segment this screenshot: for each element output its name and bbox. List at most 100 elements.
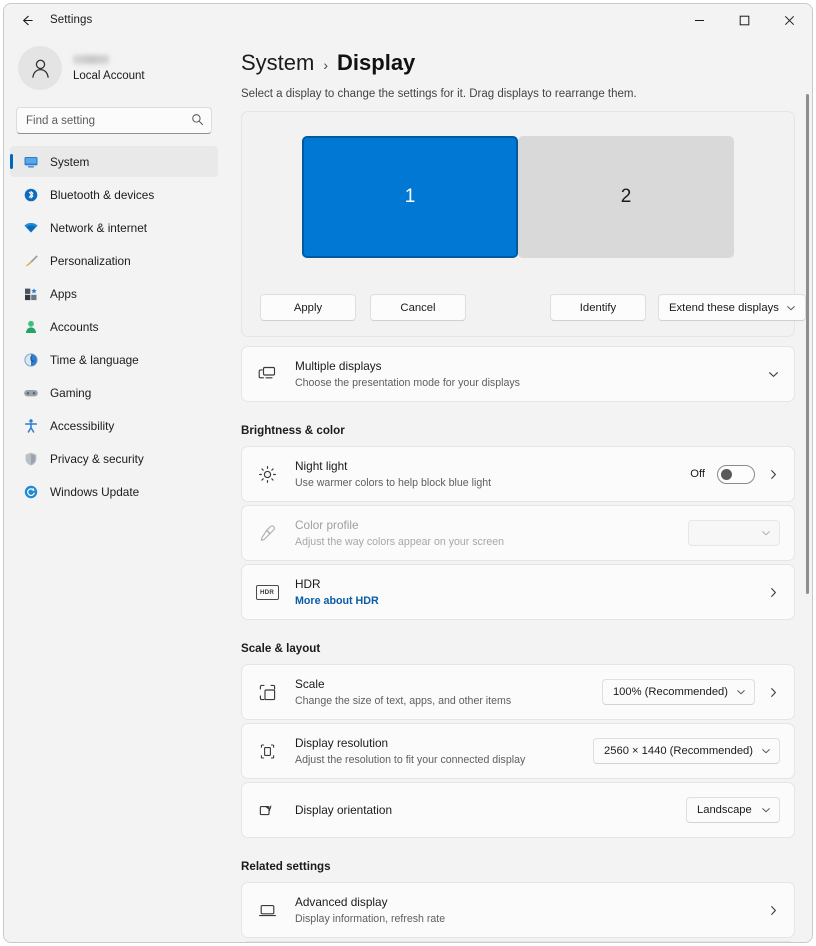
maximize-button[interactable]: [722, 4, 767, 36]
row-content: Night light Use warmer colors to help bl…: [242, 447, 794, 501]
sidebar-item-time-language[interactable]: Time & language: [10, 344, 218, 375]
row-right: Landscape: [686, 797, 780, 823]
vertical-scrollbar[interactable]: [806, 94, 809, 594]
bluetooth-icon: [22, 186, 39, 203]
display-preview-2[interactable]: 2: [518, 136, 734, 258]
row-text: Multiple displays Choose the presentatio…: [295, 359, 767, 390]
hdr-learn-more-link[interactable]: More about HDR: [295, 594, 767, 608]
sidebar-item-windows-update[interactable]: Windows Update: [10, 476, 218, 507]
account-text: Local Account: [73, 54, 145, 82]
chevron-right-icon[interactable]: [767, 468, 780, 481]
close-button[interactable]: [767, 4, 812, 36]
row-content: Multiple displays Choose the presentatio…: [242, 347, 794, 401]
cancel-button[interactable]: Cancel: [370, 294, 466, 321]
chevron-down-icon[interactable]: [767, 368, 780, 381]
back-button[interactable]: [12, 6, 42, 34]
display-preview-1[interactable]: 1: [302, 136, 518, 258]
sidebar-item-gaming[interactable]: Gaming: [10, 377, 218, 408]
sidebar-item-system[interactable]: System: [10, 146, 218, 177]
account-block[interactable]: Local Account: [18, 46, 224, 90]
sidebar-item-network-internet[interactable]: Network & internet: [10, 212, 218, 243]
page-description: Select a display to change the settings …: [241, 88, 637, 100]
search-input[interactable]: [16, 107, 212, 134]
orientation-value: Landscape: [697, 804, 752, 816]
back-arrow-icon: [22, 15, 33, 25]
row-content: Display orientation Landscape: [242, 783, 794, 837]
display-arrangement-panel: 1 2 Apply Cancel Identify Extend these d…: [241, 111, 806, 337]
apply-button[interactable]: Apply: [260, 294, 356, 321]
row-text: Display orientation: [295, 803, 686, 818]
sidebar-item-accessibility[interactable]: Accessibility: [10, 410, 218, 441]
graphics-row[interactable]: Graphics: [241, 941, 795, 942]
display-orientation-row[interactable]: Display orientation Landscape: [241, 782, 795, 838]
row-content: HDR HDR More about HDR: [242, 565, 794, 619]
display-mode-value: Extend these displays: [669, 301, 779, 314]
page-title: Display: [337, 50, 416, 75]
advanced-display-row[interactable]: Advanced display Display information, re…: [241, 882, 795, 938]
search-icon: [191, 113, 204, 131]
title-bar: Settings: [4, 4, 812, 36]
sidebar-item-accounts[interactable]: Accounts: [10, 311, 218, 342]
close-icon: [784, 15, 795, 25]
scale-row[interactable]: Scale Change the size of text, apps, and…: [241, 664, 795, 720]
row-text: Display resolution Adjust the resolution…: [295, 736, 593, 767]
sidebar-item-label: Time & language: [50, 352, 139, 367]
sidebar: Local Account S: [4, 36, 224, 942]
monitor-icon: [22, 153, 39, 170]
orientation-dropdown[interactable]: Landscape: [686, 797, 780, 823]
row-content: Scale Change the size of text, apps, and…: [242, 665, 794, 719]
section-heading-brightness: Brightness & color: [241, 424, 345, 437]
chevron-down-icon: [737, 690, 745, 695]
section-heading-scale: Scale & layout: [241, 642, 321, 655]
hdr-row[interactable]: HDR HDR More about HDR: [241, 564, 795, 620]
gamepad-icon: [22, 384, 39, 401]
eyedropper-icon: [255, 521, 279, 545]
row-content: Color profile Adjust the way colors appe…: [242, 506, 794, 560]
sidebar-item-label: System: [50, 154, 90, 169]
night-light-toggle[interactable]: [717, 464, 755, 484]
minimize-button[interactable]: [677, 4, 722, 36]
chevron-right-icon[interactable]: [767, 686, 780, 699]
breadcrumb-parent[interactable]: System: [241, 50, 314, 76]
night-light-row[interactable]: Night light Use warmer colors to help bl…: [241, 446, 795, 502]
sidebar-item-label: Network & internet: [50, 220, 148, 235]
content-area: System › Display Select a display to cha…: [224, 36, 812, 942]
arrangement-buttons: Apply Cancel Identify Extend these displ…: [260, 294, 806, 321]
hdr-badge-label: HDR: [255, 584, 279, 600]
display-mode-dropdown[interactable]: Extend these displays: [658, 294, 806, 321]
apps-grid-icon: [22, 285, 39, 302]
row-right: [767, 904, 780, 917]
chevron-right-icon[interactable]: [767, 586, 780, 599]
row-text: Scale Change the size of text, apps, and…: [295, 677, 602, 708]
sidebar-item-label: Privacy & security: [50, 451, 144, 466]
row-title: Advanced display: [295, 894, 388, 909]
row-text: Night light Use warmer colors to help bl…: [295, 459, 690, 490]
sidebar-item-label: Bluetooth & devices: [50, 187, 155, 202]
sidebar-item-bluetooth-devices[interactable]: Bluetooth & devices: [10, 179, 218, 210]
section-heading-related: Related settings: [241, 860, 331, 873]
identify-button[interactable]: Identify: [550, 294, 646, 321]
row-subtitle: Use warmer colors to help block blue lig…: [295, 476, 492, 489]
display-resolution-row[interactable]: Display resolution Adjust the resolution…: [241, 723, 795, 779]
sidebar-item-privacy-security[interactable]: Privacy & security: [10, 443, 218, 474]
shield-icon: [22, 450, 39, 467]
sidebar-item-apps[interactable]: Apps: [10, 278, 218, 309]
sidebar-item-label: Accounts: [50, 319, 99, 334]
breadcrumb-separator-icon: ›: [323, 57, 329, 73]
row-title: Multiple displays: [295, 358, 382, 373]
color-profile-dropdown: [688, 520, 780, 546]
breadcrumb: System › Display: [241, 50, 812, 76]
sidebar-item-personalization[interactable]: Personalization: [10, 245, 218, 276]
scale-section-rows: Scale Change the size of text, apps, and…: [241, 664, 795, 838]
scale-dropdown[interactable]: 100% (Recommended): [601, 679, 755, 705]
row-title: Display orientation: [295, 802, 393, 817]
related-section-rows: Advanced display Display information, re…: [241, 882, 795, 942]
row-subtitle: Change the size of text, apps, and other…: [295, 694, 512, 707]
account-name-redacted: [73, 54, 109, 64]
row-subtitle: Adjust the resolution to fit your connec…: [295, 753, 526, 766]
minimize-icon: [695, 19, 704, 21]
multiple-monitors-icon: [255, 362, 279, 386]
resolution-dropdown[interactable]: 2560 × 1440 (Recommended): [593, 738, 780, 764]
chevron-right-icon[interactable]: [767, 904, 780, 917]
multiple-displays-row[interactable]: Multiple displays Choose the presentatio…: [241, 346, 795, 402]
